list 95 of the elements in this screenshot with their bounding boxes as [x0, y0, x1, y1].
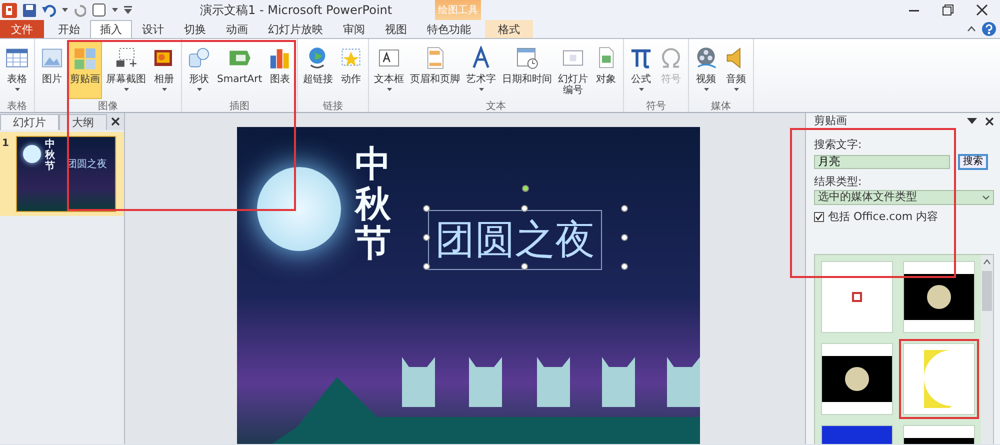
pane-title: 剪贴画 [814, 113, 847, 129]
ribbon-tab[interactable]: 幻灯片放映 [258, 20, 333, 38]
ribbon-button[interactable]: 音频 [722, 41, 750, 99]
group-label: 符号 [645, 100, 668, 112]
ribbon-button[interactable]: 对象 [592, 41, 620, 99]
ribbon-button[interactable]: 相册 [150, 41, 178, 99]
undo-icon[interactable] [42, 4, 56, 16]
ribbon-tab[interactable]: 视图 [375, 20, 417, 38]
redo-icon[interactable] [74, 4, 86, 16]
ribbon-button[interactable]: 艺术字 [464, 41, 498, 99]
close-icon[interactable] [976, 4, 988, 16]
app-logo-icon [2, 2, 17, 18]
resize-handle[interactable] [423, 234, 430, 241]
clip-art-result[interactable] [903, 260, 975, 332]
scrollbar[interactable] [981, 254, 993, 444]
ribbon-button[interactable]: 视频 [692, 41, 720, 99]
pane-tab[interactable]: 大纲 [59, 114, 107, 130]
ribbon-button[interactable]: 超链接 [301, 41, 336, 99]
resize-handle[interactable] [423, 263, 430, 270]
ribbon-button[interactable]: 动作 [337, 41, 366, 99]
group-label: 插图 [228, 100, 251, 112]
result-type-dropdown[interactable]: 选中的媒体文件类型 [814, 190, 994, 205]
ribbon-button[interactable]: 屏幕截图 [104, 41, 148, 99]
pane-menu-icon[interactable] [967, 118, 977, 124]
search-button[interactable]: 搜索 [958, 154, 988, 170]
clip-art-result[interactable] [821, 342, 893, 414]
group-label: 链接 [322, 100, 344, 112]
collapse-ribbon-icon[interactable] [967, 26, 976, 32]
resize-handle[interactable] [621, 234, 628, 241]
group-label: 媒体 [710, 100, 732, 112]
picture-icon [40, 46, 64, 70]
group-label: 图像 [97, 100, 119, 112]
clipart-result-drawing [852, 292, 862, 302]
ribbon-button[interactable]: 文本框 [372, 41, 406, 99]
group-label: 文本 [485, 100, 508, 112]
scrollbar-thumb[interactable] [982, 270, 992, 310]
film-reel-icon [694, 46, 718, 70]
ribbon-tab[interactable]: 切换 [174, 20, 216, 38]
ribbon-button[interactable]: 图片 [38, 41, 66, 99]
ribbon-tab[interactable]: 文件 [0, 20, 44, 38]
ribbon-button[interactable]: SmartArt [215, 41, 264, 99]
resize-handle[interactable] [621, 263, 628, 270]
ribbon-button[interactable]: 公式 [627, 41, 656, 99]
shapes-icon [187, 46, 211, 70]
resize-handle[interactable] [521, 205, 528, 212]
ribbon-button[interactable]: 日期和时间 [500, 41, 554, 99]
blank-page-icon[interactable] [92, 3, 106, 17]
rotate-handle[interactable] [522, 185, 529, 192]
restore-icon[interactable] [942, 4, 954, 16]
close-icon[interactable] [111, 117, 120, 126]
scroll-up-icon[interactable] [983, 258, 991, 264]
contextual-tab-header: 绘图工具 [435, 0, 481, 20]
slide-vertical-title: 中秋节 [355, 145, 391, 264]
clipart-icon [73, 46, 97, 70]
slide-number: 1 [2, 137, 10, 151]
moon-drawing [23, 145, 41, 163]
ribbon-button[interactable]: 幻灯片 编号 [556, 41, 590, 99]
slide-title[interactable]: 团圆之夜 [429, 211, 601, 269]
resize-handle[interactable] [521, 263, 528, 270]
group-label: 表格 [6, 100, 28, 112]
ribbon-button[interactable]: 图表 [266, 41, 294, 99]
save-icon[interactable] [23, 4, 36, 16]
help-icon[interactable] [982, 22, 996, 36]
clip-art-result[interactable] [821, 260, 893, 332]
ribbon-tab[interactable]: 设计 [132, 20, 174, 38]
ribbon-button[interactable]: 剪贴画 [68, 41, 102, 99]
field-label: 结果类型: [814, 174, 863, 190]
caret-icon[interactable] [62, 8, 68, 12]
crescent-moon-clipart-drawing [924, 350, 954, 408]
screenshot-icon [114, 46, 138, 70]
chevron-down-icon [982, 195, 990, 200]
ribbon-tab[interactable]: 格式 [485, 20, 533, 38]
ribbon-button[interactable]: 页眉和页脚 [408, 41, 462, 99]
ribbon-tab[interactable]: 特色功能 [417, 20, 481, 38]
table-icon [5, 46, 29, 70]
search-field[interactable]: 月亮 [814, 154, 950, 168]
close-icon[interactable] [985, 116, 994, 126]
ribbon-button[interactable]: 形状 [185, 41, 213, 99]
moon-photo-drawing [822, 356, 892, 402]
ribbon-button[interactable]: 表格 [3, 41, 31, 99]
caret-icon[interactable] [112, 8, 118, 12]
thumbnail-vertical-title: 中秋节 [45, 139, 55, 172]
include-office-checkbox[interactable]: 包括 Office.com 内容 [814, 209, 994, 226]
resize-handle[interactable] [423, 205, 430, 212]
ribbon-tab[interactable]: 审阅 [333, 20, 375, 38]
customize-toolbar-icon[interactable] [124, 6, 132, 14]
calendar-icon [515, 46, 540, 70]
window-title: 演示文稿1 - Microsoft PowerPoint [200, 2, 394, 19]
ribbon-tab[interactable]: 插入 [90, 20, 132, 38]
moon-photo-drawing [904, 274, 974, 320]
ribbon-tab[interactable]: 动画 [216, 20, 258, 38]
field-label: 搜索文字: [814, 137, 863, 153]
ribbon-tab[interactable]: 开始 [48, 20, 90, 38]
pane-tab[interactable]: 幻灯片 [0, 114, 59, 130]
resize-handle[interactable] [621, 205, 628, 212]
